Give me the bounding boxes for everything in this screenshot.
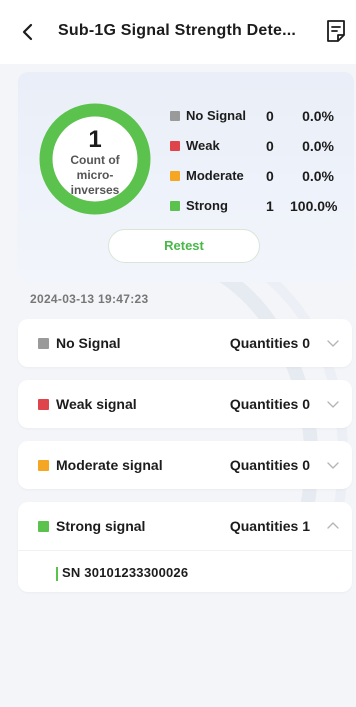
group-quantity: Quantities 0 bbox=[229, 396, 310, 412]
group-name: Strong signal bbox=[56, 518, 146, 534]
group-header-no-signal[interactable]: No Signal Quantities 0 bbox=[18, 319, 352, 367]
retest-button[interactable]: Retest bbox=[108, 229, 260, 263]
back-arrow-icon[interactable] bbox=[16, 20, 40, 44]
device-serial-number: SN 30101233300026 bbox=[62, 565, 189, 580]
group-swatch-strong bbox=[38, 521, 49, 532]
legend-label: Weak bbox=[186, 138, 220, 153]
legend-row-weak: Weak 0 0.0% bbox=[170, 138, 354, 168]
group-name: No Signal bbox=[56, 335, 121, 351]
signal-legend: No Signal 0 0.0% Weak 0 0.0% Moderate 0 … bbox=[170, 108, 354, 228]
legend-row-moderate: Moderate 0 0.0% bbox=[170, 168, 354, 198]
group-card-no-signal: No Signal Quantities 0 bbox=[18, 319, 352, 367]
legend-swatch-weak bbox=[170, 141, 180, 151]
top-bar: Sub-1G Signal Strength Dete... bbox=[0, 0, 356, 64]
legend-count: 0 bbox=[266, 108, 274, 124]
summary-card: 1 Count of micro-inverses No Signal 0 0.… bbox=[18, 72, 354, 282]
legend-row-no-signal: No Signal 0 0.0% bbox=[170, 108, 354, 138]
device-count: 1 bbox=[88, 126, 102, 153]
device-count-caption: Count of micro-inverses bbox=[70, 153, 120, 197]
group-swatch-weak bbox=[38, 399, 49, 410]
legend-row-strong: Strong 1 100.0% bbox=[170, 198, 354, 228]
chevron-down-icon[interactable] bbox=[326, 397, 340, 411]
legend-label: Moderate bbox=[186, 168, 244, 183]
list-item-accent bbox=[56, 567, 58, 581]
chevron-down-icon[interactable] bbox=[326, 458, 340, 472]
legend-count: 1 bbox=[266, 198, 274, 214]
legend-percent: 100.0% bbox=[290, 198, 338, 214]
legend-percent: 0.0% bbox=[302, 108, 334, 124]
legend-percent: 0.0% bbox=[302, 138, 334, 154]
group-header-strong-signal[interactable]: Strong signal Quantities 1 bbox=[18, 502, 352, 550]
legend-label: Strong bbox=[186, 198, 228, 213]
chevron-up-icon[interactable] bbox=[326, 519, 340, 533]
legend-count: 0 bbox=[266, 168, 274, 184]
device-list-item[interactable]: SN 30101233300026 bbox=[18, 550, 352, 591]
group-swatch-moderate bbox=[38, 460, 49, 471]
group-quantity: Quantities 0 bbox=[229, 457, 310, 473]
legend-swatch-moderate bbox=[170, 171, 180, 181]
group-name: Moderate signal bbox=[56, 457, 163, 473]
group-card-weak-signal: Weak signal Quantities 0 bbox=[18, 380, 352, 428]
group-swatch-no-signal bbox=[38, 338, 49, 349]
report-icon[interactable] bbox=[324, 18, 348, 44]
group-quantity: Quantities 0 bbox=[229, 335, 310, 351]
test-timestamp: 2024-03-13 19:47:23 bbox=[30, 292, 149, 306]
legend-count: 0 bbox=[266, 138, 274, 154]
legend-label: No Signal bbox=[186, 108, 246, 123]
legend-swatch-no-signal bbox=[170, 111, 180, 121]
legend-percent: 0.0% bbox=[302, 168, 334, 184]
group-card-moderate-signal: Moderate signal Quantities 0 bbox=[18, 441, 352, 489]
group-header-moderate-signal[interactable]: Moderate signal Quantities 0 bbox=[18, 441, 352, 489]
group-card-strong-signal: Strong signal Quantities 1 SN 3010123330… bbox=[18, 502, 352, 592]
page-title: Sub-1G Signal Strength Dete... bbox=[58, 22, 297, 39]
group-header-weak-signal[interactable]: Weak signal Quantities 0 bbox=[18, 380, 352, 428]
group-quantity: Quantities 1 bbox=[229, 518, 310, 534]
chevron-down-icon[interactable] bbox=[326, 336, 340, 350]
group-name: Weak signal bbox=[56, 396, 137, 412]
legend-swatch-strong bbox=[170, 201, 180, 211]
